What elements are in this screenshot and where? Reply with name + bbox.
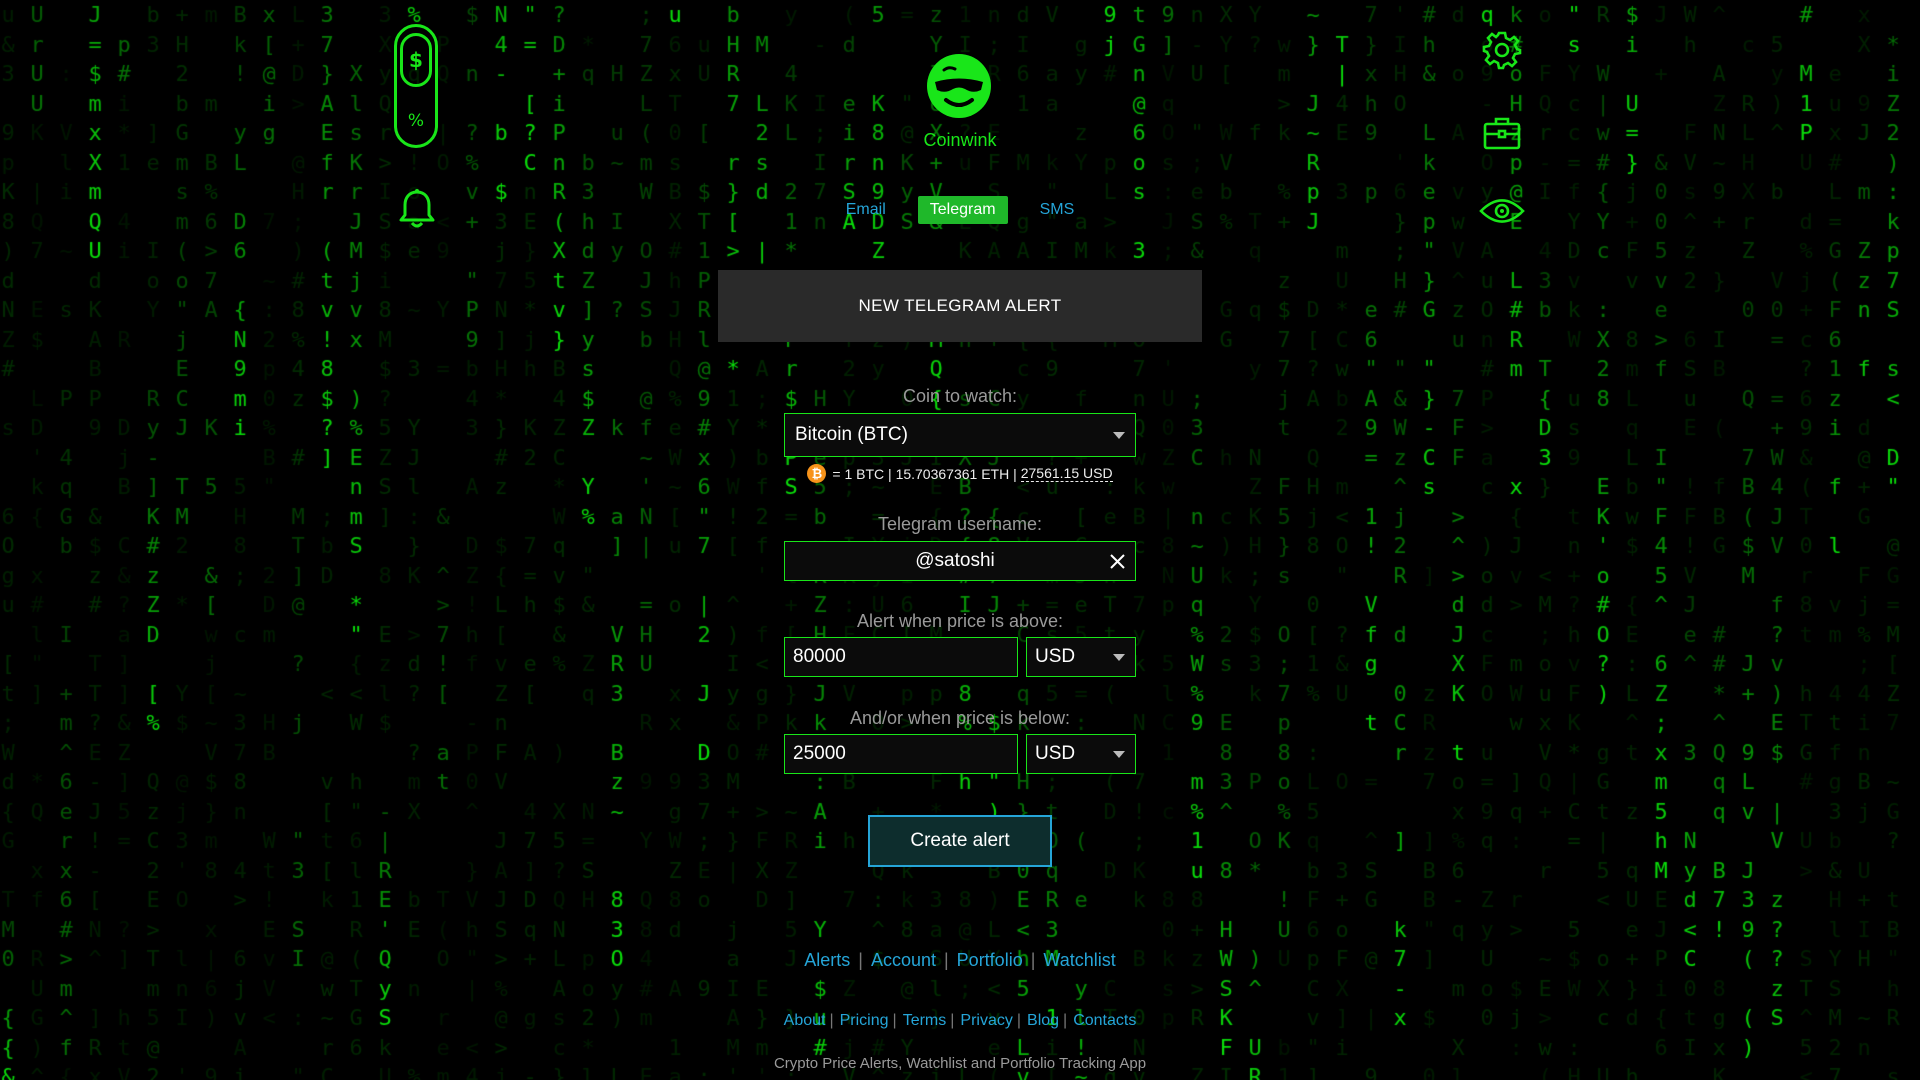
gear-icon[interactable] bbox=[1482, 30, 1522, 70]
chevron-down-icon bbox=[1113, 751, 1125, 758]
dollar-icon: $ bbox=[400, 33, 432, 87]
coin-select[interactable]: Bitcoin (BTC) bbox=[784, 413, 1136, 457]
above-label: Alert when price is above: bbox=[856, 611, 1064, 631]
create-alert-button[interactable]: Create alert bbox=[868, 815, 1052, 867]
tab-sms[interactable]: SMS bbox=[1028, 196, 1087, 224]
chevron-down-icon bbox=[1113, 654, 1125, 661]
coin-rate-info: ₿ = 1 BTC | 15.70367361 ETH | 27561.15 U… bbox=[784, 464, 1136, 483]
brand-name[interactable]: Coinwink bbox=[860, 130, 1060, 151]
footer-link-contacts[interactable]: Contacts bbox=[1073, 1012, 1136, 1030]
briefcase-icon[interactable] bbox=[1482, 115, 1522, 151]
percent-icon: % bbox=[407, 111, 425, 131]
below-currency-select[interactable]: USD bbox=[1026, 734, 1136, 774]
footer-nav: Alerts | Account | Portfolio | Watchlist bbox=[804, 950, 1116, 971]
bitcoin-icon: ₿ bbox=[807, 464, 827, 483]
app-root: $ % Coinwink Email Telegram SMS NEW TELE… bbox=[0, 0, 1920, 1080]
clear-icon[interactable] bbox=[1110, 554, 1125, 569]
footer-links: About | Pricing | Terms | Privacy | Blog | Co… bbox=[783, 1012, 1137, 1030]
chevron-down-icon bbox=[1113, 432, 1125, 439]
username-label: Telegram username: bbox=[877, 514, 1043, 534]
below-label: And/or when price is below: bbox=[849, 708, 1071, 728]
telegram-username-input[interactable]: @satoshi bbox=[784, 541, 1136, 581]
footer-link-blog[interactable]: Blog bbox=[1027, 1012, 1059, 1030]
price-below-input[interactable]: 25000 bbox=[784, 734, 1018, 774]
usd-rate-link[interactable]: 27561.15 USD bbox=[1020, 465, 1113, 482]
above-currency-select[interactable]: USD bbox=[1026, 637, 1136, 677]
coin-label: Coin to watch: bbox=[902, 386, 1018, 406]
alert-type-tabs: Email Telegram SMS bbox=[0, 196, 1920, 224]
footer-link-terms[interactable]: Terms bbox=[903, 1012, 947, 1030]
footer-nav-alerts[interactable]: Alerts bbox=[804, 950, 850, 971]
footer-nav-account[interactable]: Account bbox=[871, 950, 936, 971]
coinwink-logo-icon[interactable] bbox=[925, 52, 993, 120]
price-above-input[interactable]: 80000 bbox=[784, 637, 1018, 677]
panel-title: NEW TELEGRAM ALERT bbox=[718, 270, 1202, 342]
footer-nav-watchlist[interactable]: Watchlist bbox=[1043, 950, 1115, 971]
tab-telegram[interactable]: Telegram bbox=[917, 196, 1008, 224]
tab-email[interactable]: Email bbox=[834, 196, 898, 224]
footer-link-privacy[interactable]: Privacy bbox=[960, 1012, 1012, 1030]
price-percent-toggle[interactable]: $ % bbox=[394, 24, 438, 148]
footer-nav-portfolio[interactable]: Portfolio bbox=[957, 950, 1023, 971]
footer-link-pricing[interactable]: Pricing bbox=[840, 1012, 889, 1030]
tagline: Crypto Price Alerts, Watchlist and Portf… bbox=[773, 1055, 1147, 1072]
footer-link-about[interactable]: About bbox=[784, 1012, 826, 1030]
